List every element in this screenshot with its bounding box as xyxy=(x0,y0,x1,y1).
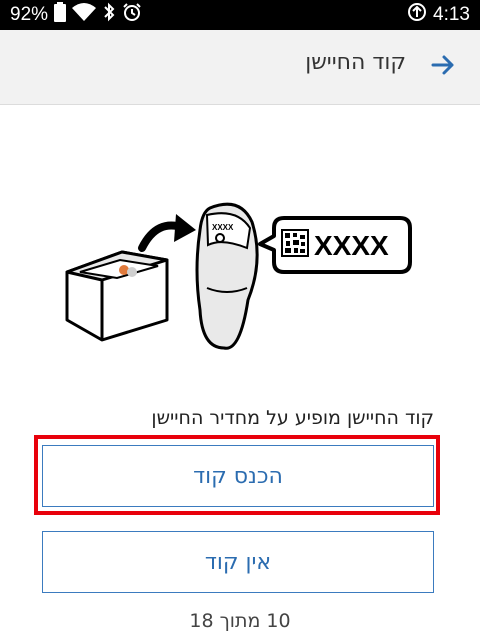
bluetooth-icon xyxy=(102,2,116,28)
page-title: קוד החיישן xyxy=(305,50,406,75)
code-callout: XXXX xyxy=(258,216,412,274)
status-bar: 92% 4:13 xyxy=(0,0,480,30)
alarm-icon xyxy=(122,2,142,28)
arrow-right-icon xyxy=(430,52,456,82)
instruction-text: קוד החיישן מופיע על מחדיר החיישן xyxy=(151,407,434,429)
battery-icon xyxy=(54,2,67,28)
sensor-illustration: XXXX XXXX xyxy=(62,200,422,360)
data-saver-icon xyxy=(407,2,427,28)
app-bar: קוד החיישן xyxy=(0,30,480,105)
clock: 4:13 xyxy=(433,4,470,25)
callout-code: XXXX xyxy=(314,230,389,261)
curved-arrow-icon xyxy=(138,214,196,252)
wifi-icon xyxy=(72,2,97,28)
status-right: 4:13 xyxy=(407,2,470,28)
step-progress: 10 מתוך 18 xyxy=(189,610,291,632)
sensor-box-image xyxy=(65,250,169,342)
datamatrix-icon xyxy=(281,229,309,257)
applicator-label: XXXX xyxy=(212,223,234,232)
highlight-box xyxy=(34,435,440,515)
sensor-applicator-image: XXXX xyxy=(195,202,259,350)
back-button[interactable] xyxy=(426,50,460,84)
battery-percent: 92% xyxy=(10,4,49,25)
no-code-button[interactable]: אין קוד xyxy=(42,531,434,593)
status-left: 92% xyxy=(10,2,142,28)
